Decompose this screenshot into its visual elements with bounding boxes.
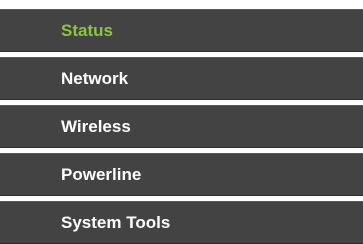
side-menu: Status Network Wireless Powerline System… <box>0 0 363 244</box>
menu-item-label: Status <box>61 20 113 40</box>
menu-item-network[interactable]: Network <box>0 57 363 100</box>
menu-item-label: Network <box>61 68 129 88</box>
menu-item-label: System Tools <box>61 212 171 232</box>
menu-item-powerline[interactable]: Powerline <box>0 153 363 196</box>
menu-item-status[interactable]: Status <box>0 9 363 52</box>
menu-item-label: Wireless <box>61 116 131 136</box>
menu-item-label: Powerline <box>61 164 142 184</box>
menu-item-wireless[interactable]: Wireless <box>0 105 363 148</box>
menu-item-system-tools[interactable]: System Tools <box>0 201 363 244</box>
